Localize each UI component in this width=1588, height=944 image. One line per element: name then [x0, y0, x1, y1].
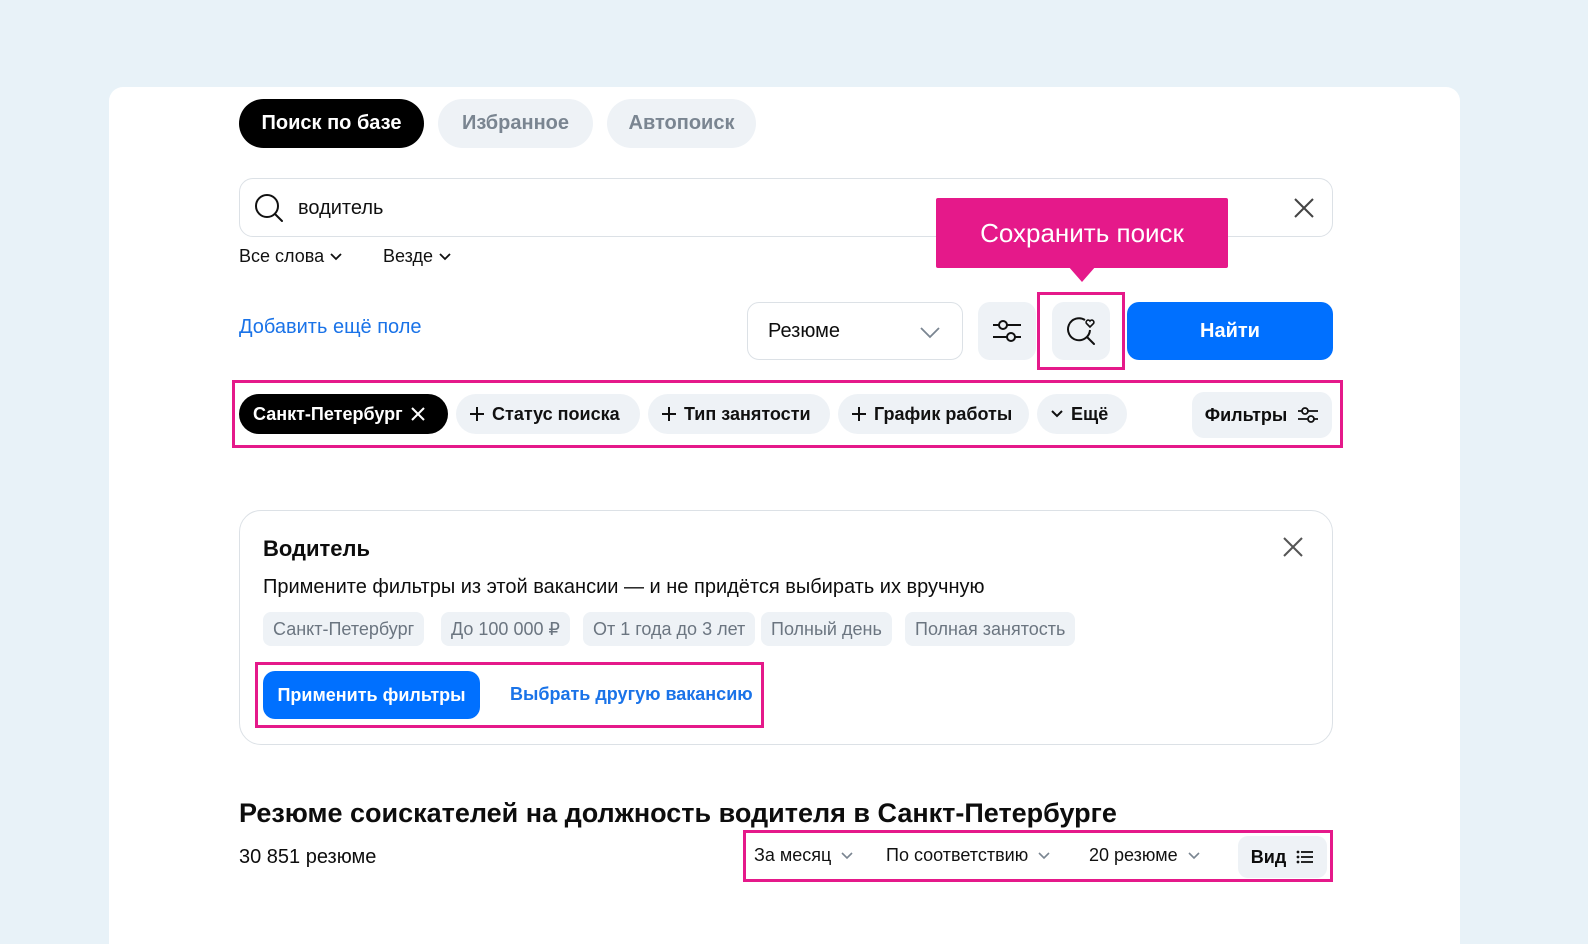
find-button[interactable]: Найти	[1127, 302, 1333, 360]
words-dropdown[interactable]: Все слова	[239, 246, 342, 267]
search-settings-button[interactable]	[978, 302, 1036, 360]
type-select-value: Резюме	[768, 319, 840, 342]
type-select[interactable]: Резюме	[747, 302, 963, 360]
chevron-down-icon	[439, 252, 451, 261]
vacancy-tag: Полная занятость	[905, 612, 1076, 646]
vacancy-tag: Полный день	[761, 612, 892, 646]
chip-more[interactable]: Ещё	[1037, 394, 1127, 434]
vacancy-tag: До 100 000 ₽	[441, 612, 570, 646]
tab-favorites[interactable]: Избранное	[438, 99, 593, 148]
choose-other-vacancy-link[interactable]: Выбрать другую вакансию	[510, 684, 753, 705]
where-dropdown[interactable]: Везде	[383, 246, 451, 267]
close-icon[interactable]	[1293, 197, 1315, 219]
tooltip-arrow	[1068, 266, 1096, 282]
save-search-tooltip: Сохранить поиск	[936, 198, 1228, 268]
period-dropdown[interactable]: За месяц	[754, 845, 853, 866]
apply-filters-button[interactable]: Применить фильтры	[263, 671, 480, 719]
chip-city[interactable]: Санкт-Петербург	[239, 394, 448, 434]
tab-search-database[interactable]: Поиск по базе	[239, 99, 424, 148]
vacancy-tag: Санкт-Петербург	[263, 612, 425, 646]
chevron-down-icon	[1038, 851, 1050, 860]
vacancy-tag: От 1 года до 3 лет	[583, 612, 756, 646]
close-icon[interactable]	[1282, 536, 1304, 558]
add-field-link[interactable]: Добавить ещё поле	[239, 316, 422, 339]
search-icon	[254, 193, 284, 223]
chevron-down-icon	[330, 252, 342, 261]
chip-schedule[interactable]: График работы	[838, 394, 1029, 434]
close-icon[interactable]	[410, 407, 425, 421]
plus-icon	[470, 407, 484, 421]
list-icon	[1296, 850, 1314, 864]
save-search-highlight	[1037, 292, 1125, 370]
sort-dropdown[interactable]: По соответствию	[886, 845, 1050, 866]
chip-search-status[interactable]: Статус поиска	[456, 394, 640, 434]
view-button[interactable]: Вид	[1238, 836, 1327, 878]
chevron-down-icon	[1188, 851, 1200, 860]
sliders-icon	[1297, 407, 1319, 423]
filters-button[interactable]: Фильтры	[1192, 392, 1332, 438]
chevron-down-icon	[841, 851, 853, 860]
per-page-dropdown[interactable]: 20 резюме	[1089, 845, 1200, 866]
chevron-down-icon	[920, 327, 940, 339]
sliders-icon	[992, 319, 1022, 343]
chevron-down-icon	[1051, 410, 1063, 418]
results-count: 30 851 резюме	[239, 846, 377, 868]
vacancy-description: Примените фильтры из этой вакансии — и н…	[263, 576, 985, 598]
tab-autosearch[interactable]: Автопоиск	[607, 99, 756, 148]
vacancy-title: Водитель	[263, 536, 371, 561]
chip-employment-type[interactable]: Тип занятости	[648, 394, 830, 434]
plus-icon	[852, 407, 866, 421]
plus-icon	[662, 407, 676, 421]
results-heading: Резюме соискателей на должность водителя…	[239, 798, 1117, 828]
